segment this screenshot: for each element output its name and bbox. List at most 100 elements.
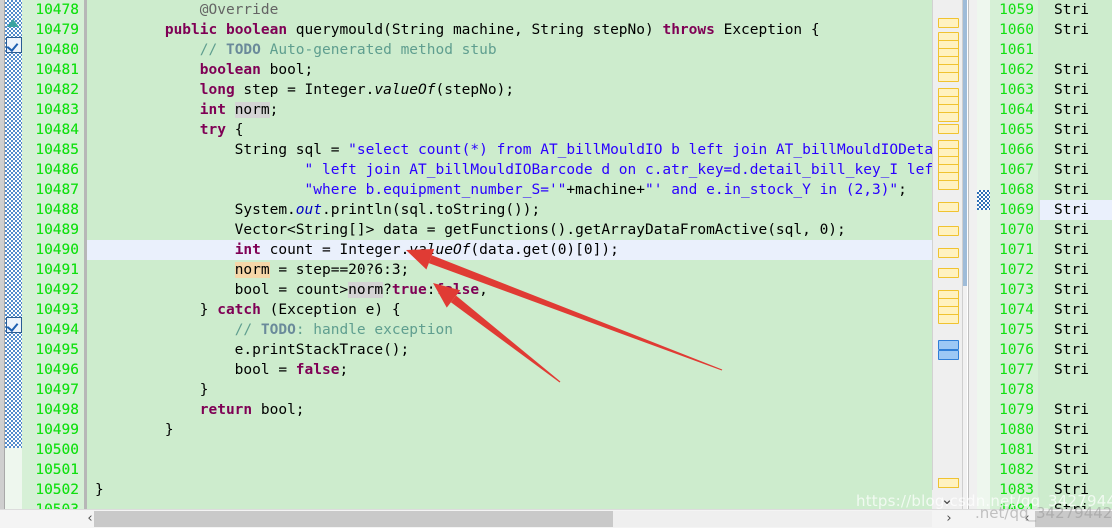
line-number: 10482 <box>35 82 79 98</box>
occurrence-marker[interactable] <box>938 340 959 350</box>
code-line[interactable] <box>87 460 932 480</box>
override-indicator-icon[interactable] <box>7 19 19 27</box>
code-line[interactable]: @Override <box>87 0 932 20</box>
code-token: .println(sql.toString()); <box>322 202 541 218</box>
code-line[interactable]: Stri <box>1040 420 1112 440</box>
line-number: 1082 <box>999 462 1034 478</box>
primary-editor-pane[interactable]: 10478 10479 10480 10481 10482 10483 10484 10485… <box>0 0 967 527</box>
code-token: boolean <box>199 62 261 78</box>
code-area[interactable]: @Override public boolean querymould(Stri… <box>87 0 932 509</box>
warning-marker[interactable] <box>938 18 959 28</box>
code-line[interactable]: Stri <box>1040 340 1112 360</box>
warning-marker[interactable] <box>938 248 959 258</box>
warning-marker[interactable] <box>938 478 959 488</box>
code-token: valueOf <box>409 242 471 258</box>
code-line[interactable]: Stri <box>1040 360 1112 380</box>
code-line[interactable]: return bool; <box>87 400 932 420</box>
line-number: 10480 <box>35 42 79 58</box>
code-line[interactable]: Stri <box>1040 120 1112 140</box>
left-hscroll-thumb[interactable] <box>94 511 613 527</box>
code-line[interactable]: "where b.equipment_number_S='"+machine+"… <box>87 180 932 200</box>
code-line[interactable]: Stri <box>1040 400 1112 420</box>
code-line[interactable]: } <box>87 480 932 500</box>
code-line[interactable]: boolean bool; <box>87 60 932 80</box>
annotation-ruler-tail <box>5 448 22 509</box>
code-line[interactable] <box>87 500 932 509</box>
code-line[interactable]: Stri <box>1040 220 1112 240</box>
code-line[interactable]: long step = Integer.valueOf(stepNo); <box>87 80 932 100</box>
code-line[interactable]: public boolean querymould(String machine… <box>87 20 932 40</box>
code-line[interactable]: } catch (Exception e) { <box>87 300 932 320</box>
secondary-annotation-ruler[interactable] <box>977 0 990 509</box>
code-line[interactable]: Stri <box>1040 240 1112 260</box>
code-token: (Exception e) { <box>260 302 401 318</box>
code-line[interactable]: Stri <box>1040 80 1112 100</box>
scroll-right-arrow-icon[interactable]: › <box>938 510 960 528</box>
code-line[interactable]: System.out.println(sql.toString()); <box>87 200 932 220</box>
code-line[interactable]: bool = false; <box>87 360 932 380</box>
code-token: (stepNo); <box>435 82 515 98</box>
code-line[interactable]: Stri <box>1040 200 1112 220</box>
secondary-code-area[interactable]: Stri Stri Stri Stri Stri Stri Stri Stri Stri Str… <box>1040 0 1112 509</box>
code-line[interactable] <box>1040 380 1112 400</box>
line-number-gutter[interactable]: 10478 10479 10480 10481 10482 10483 10484 10485… <box>22 0 84 518</box>
horizontal-scrollbar-row[interactable]: ‹ › ‹ <box>0 509 1112 528</box>
code-line[interactable]: Stri <box>1040 320 1112 340</box>
annotation-ruler[interactable] <box>5 0 22 448</box>
code-line[interactable] <box>87 440 932 460</box>
line-number: 10489 <box>35 222 79 238</box>
code-line[interactable]: // TODO: handle exception <box>87 320 932 340</box>
code-token: "where b.equipment_number_S='" <box>304 182 567 198</box>
code-line[interactable]: Stri <box>1040 280 1112 300</box>
line-number: 1061 <box>999 42 1034 58</box>
overview-ruler[interactable] <box>932 0 963 490</box>
line-number: 10500 <box>35 442 79 458</box>
warning-marker[interactable] <box>938 202 959 212</box>
line-number: 10486 <box>35 162 79 178</box>
code-line[interactable]: Stri <box>1040 440 1112 460</box>
code-line[interactable] <box>1040 40 1112 60</box>
code-line[interactable]: Vector<String[]> data = getFunctions().g… <box>87 220 932 240</box>
warning-marker[interactable] <box>938 226 959 236</box>
secondary-line-number-gutter[interactable]: 1059 1060 1061 1062 1063 1064 1065 1066 1067 1068… <box>990 0 1038 518</box>
task-check-icon[interactable] <box>6 317 22 333</box>
code-line[interactable]: // TODO Auto-generated method stub <box>87 40 932 60</box>
code-line[interactable]: norm = step==20?6:3; <box>87 260 932 280</box>
code-line[interactable]: Stri <box>1040 460 1112 480</box>
code-token: throws <box>662 22 715 38</box>
task-check-icon[interactable] <box>6 37 22 53</box>
code-line[interactable]: int norm; <box>87 100 932 120</box>
code-line[interactable]: " left join AT_billMouldIOBarcode d on c… <box>87 160 932 180</box>
code-line[interactable]: e.printStackTrace(); <box>87 340 932 360</box>
code-line[interactable]: Stri <box>1040 0 1112 20</box>
secondary-editor-pane[interactable]: 1059 1060 1061 1062 1063 1064 1065 1066 1067 1068… <box>977 0 1112 527</box>
code-line[interactable]: Stri <box>1040 260 1112 280</box>
line-number: 1076 <box>999 342 1034 358</box>
warning-marker[interactable] <box>938 112 959 122</box>
code-line[interactable]: Stri <box>1040 300 1112 320</box>
line-number: 1070 <box>999 222 1034 238</box>
occurrence-marker[interactable] <box>938 350 959 360</box>
warning-marker[interactable] <box>938 124 959 134</box>
code-line[interactable]: Stri <box>1040 100 1112 120</box>
code-line[interactable]: int count = Integer.valueOf(data.get(0)[… <box>87 240 932 260</box>
code-line[interactable]: Stri <box>1040 140 1112 160</box>
code-line[interactable]: String sql = "select count(*) from AT_bi… <box>87 140 932 160</box>
code-line[interactable]: } <box>87 380 932 400</box>
code-line[interactable]: Stri <box>1040 180 1112 200</box>
code-line[interactable]: } <box>87 420 932 440</box>
code-line[interactable]: bool = count>norm?true:false, <box>87 280 932 300</box>
code-line[interactable]: Stri <box>1040 160 1112 180</box>
warning-marker[interactable] <box>938 268 959 278</box>
code-line[interactable]: Stri <box>1040 20 1112 40</box>
vertical-scrollbar-thumb[interactable] <box>963 0 967 286</box>
line-number: 1078 <box>999 382 1034 398</box>
code-line[interactable]: Stri <box>1040 60 1112 80</box>
warning-marker[interactable] <box>938 314 959 324</box>
code-line[interactable]: try { <box>87 120 932 140</box>
warning-marker[interactable] <box>938 180 959 190</box>
warning-marker[interactable] <box>938 72 959 82</box>
